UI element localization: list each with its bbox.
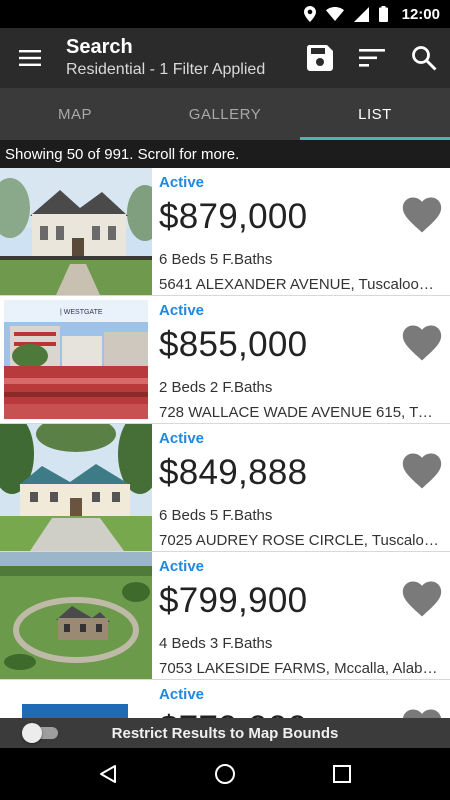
listing-beds-baths: 2 Beds 2 F.Baths xyxy=(159,379,273,396)
filter-subtitle: Residential - 1 Filter Applied xyxy=(66,61,266,78)
battery-icon xyxy=(378,6,388,22)
location-icon xyxy=(303,6,316,22)
favorite-heart-icon[interactable] xyxy=(402,708,442,718)
listing-info: Active $855,000 2 Beds 2 F.Baths 728 WAL… xyxy=(152,296,450,423)
list-item[interactable]: | WESTGATE Active $855,000 2 Beds 2 F.Ba… xyxy=(0,296,450,424)
menu-button[interactable] xyxy=(0,28,60,88)
listing-info: Active $879,000 6 Beds 5 F.Baths 5641 AL… xyxy=(152,168,450,295)
list-item[interactable]: Active $779,000 xyxy=(0,680,450,718)
app-bar-titles: Search Residential - 1 Filter Applied xyxy=(60,35,294,81)
status-bar: 12:00 xyxy=(0,0,450,28)
listing-beds-baths: 6 Beds 5 F.Baths xyxy=(159,507,273,524)
restrict-label: Restrict Results to Map Bounds xyxy=(111,724,339,742)
home-button[interactable] xyxy=(205,754,245,794)
listing-photo[interactable] xyxy=(0,168,152,295)
toggle-knob xyxy=(22,723,42,743)
page-title: Search xyxy=(66,36,133,58)
listing-info: Active $849,888 6 Beds 5 F.Baths 7025 AU… xyxy=(152,424,450,551)
menu-icon xyxy=(19,50,41,66)
listing-address: 7053 LAKESIDE FARMS, Mccalla, Alabama xyxy=(159,660,441,677)
list-item[interactable]: Active $849,888 6 Beds 5 F.Baths 7025 AU… xyxy=(0,424,450,552)
favorite-heart-icon[interactable] xyxy=(402,324,442,362)
system-nav-bar xyxy=(0,748,450,800)
save-icon xyxy=(307,45,333,71)
back-button[interactable] xyxy=(88,754,128,794)
results-count: Showing 50 of 991. Scroll for more. xyxy=(0,140,450,168)
back-triangle-icon xyxy=(100,765,117,783)
search-icon xyxy=(412,46,437,71)
listing-status: Active xyxy=(159,686,205,703)
tab-list[interactable]: LIST xyxy=(300,88,450,140)
tab-map[interactable]: MAP xyxy=(0,88,150,140)
tab-gallery[interactable]: GALLERY xyxy=(150,88,300,140)
listing-beds-baths: 6 Beds 5 F.Baths xyxy=(159,251,273,268)
home-circle-icon xyxy=(214,764,235,784)
list-item[interactable]: Active $879,000 6 Beds 5 F.Baths 5641 AL… xyxy=(0,168,450,296)
listing-address: 5641 ALEXANDER AVENUE, Tuscaloosa, AL xyxy=(159,276,441,293)
restrict-map-bounds-toggle[interactable] xyxy=(22,723,58,743)
favorite-heart-icon[interactable] xyxy=(402,452,442,490)
listing-status: Active xyxy=(159,558,205,575)
sort-button[interactable] xyxy=(346,28,398,88)
listing-photo[interactable] xyxy=(0,680,152,718)
recents-square-icon xyxy=(332,765,351,783)
listing-beds-baths: 4 Beds 3 F.Baths xyxy=(159,635,273,652)
listing-address: 7025 AUDREY ROSE CIRCLE, Tuscaloosa, AL xyxy=(159,532,441,549)
listing-photo[interactable]: | WESTGATE xyxy=(0,296,152,423)
svg-text:| WESTGATE: | WESTGATE xyxy=(60,309,103,316)
listing-info: Active $779,000 xyxy=(152,680,450,718)
search-button[interactable] xyxy=(398,28,450,88)
listing-photo[interactable] xyxy=(0,424,152,551)
listing-list[interactable]: Active $879,000 6 Beds 5 F.Baths 5641 AL… xyxy=(0,168,450,718)
clock: 12:00 xyxy=(401,5,440,23)
listing-status: Active xyxy=(159,302,205,319)
recents-button[interactable] xyxy=(322,754,362,794)
listing-info: Active $799,900 4 Beds 3 F.Baths 7053 LA… xyxy=(152,552,450,679)
listing-status: Active xyxy=(159,430,205,447)
signal-icon xyxy=(353,6,369,22)
wifi-icon xyxy=(325,7,344,21)
app-bar: Search Residential - 1 Filter Applied xyxy=(0,28,450,88)
listing-address: 728 WALLACE WADE AVENUE 615, Tuscaloosa,… xyxy=(159,404,441,421)
save-search-button[interactable] xyxy=(294,28,346,88)
restrict-to-map-bar: Restrict Results to Map Bounds xyxy=(0,718,450,748)
list-item[interactable]: Active $799,900 4 Beds 3 F.Baths 7053 LA… xyxy=(0,552,450,680)
view-tabs: MAP GALLERY LIST xyxy=(0,88,450,140)
sort-icon xyxy=(359,49,385,67)
listing-status: Active xyxy=(159,174,205,191)
favorite-heart-icon[interactable] xyxy=(402,196,442,234)
listing-photo[interactable] xyxy=(0,552,152,679)
favorite-heart-icon[interactable] xyxy=(402,580,442,618)
